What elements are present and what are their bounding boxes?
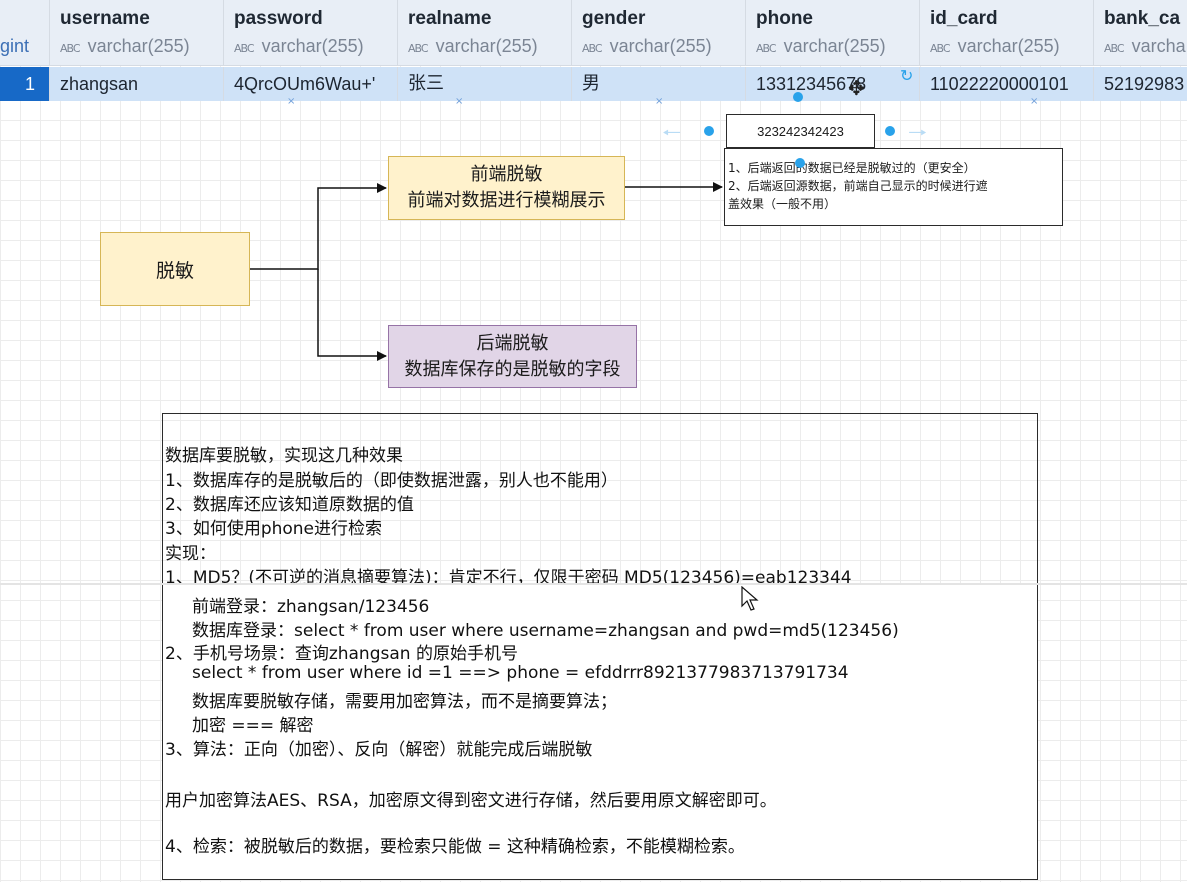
col-type: ABC varchar(255) [582,36,712,57]
col-type-label: varchar(255) [609,36,712,56]
cell-realname[interactable]: 张三 [398,67,572,101]
text-type-icon: ABC [408,42,429,55]
text-type-icon: ABC [1104,42,1125,55]
col-name: phone [756,8,813,29]
col-header-bank-card[interactable]: bank_ca ABC varcha [1094,0,1187,66]
col-header-realname[interactable]: realname ABC varchar(255) [398,0,572,66]
col-header-password[interactable]: password ABC varchar(255) [224,0,398,66]
text-type-icon: ABC [930,42,951,55]
textbox-line: 2、手机号场景：查询zhangsan 的原始手机号 [165,644,518,664]
textbox-line: select * from user where id =1 ==> phone… [192,663,849,683]
text-type-icon: ABC [756,42,777,55]
col-type-label: varchar(255) [783,36,886,56]
col-type: ABC varchar(255) [60,36,190,57]
text-type-icon: ABC [234,42,255,55]
partial-col-label: gint [0,36,30,56]
col-type: ABC varchar(255) [756,36,886,57]
cell-id-card[interactable]: 11022220000101 [920,67,1094,101]
col-name: gender [582,8,646,29]
textbox-line: 4、检索：被脱敏后的数据，要检索只能做 = 这种精确检索，不能模糊检索。 [165,837,745,857]
guide-marker-icon: × [287,96,296,107]
col-header-gender[interactable]: gender ABC varchar(255) [572,0,746,66]
col-type: ABC varchar(255) [234,36,364,57]
col-name: username [60,8,150,29]
rotate-icon[interactable]: ↻ [900,66,913,85]
col-header-username[interactable]: username ABC varchar(255) [50,0,224,66]
col-type: ABC varchar(255) [930,36,1060,57]
col-name: bank_ca [1104,8,1181,29]
col-name: id_card [930,8,998,29]
table-row[interactable]: 1 zhangsan 4QrcOUm6Wau+' 张三 男 1331234567… [0,67,1187,101]
col-type: ABC varcha [1104,36,1186,57]
textbox-line: 3、算法：正向（加密）、反向（解密）就能完成后端脱敏 [165,740,593,760]
textbox-line: 用户加密算法AES、RSA，加密原文得到密文进行存储，然后要用原文解密即可。 [165,791,777,811]
db-table-header: gint username ABC varchar(255) password A… [0,0,1187,66]
overlay-edge [0,583,1187,585]
col-type: ABC varchar(255) [408,36,538,57]
col-name: password [234,8,323,29]
textbox-line: 数据库登录：select * from user where username=… [192,621,899,641]
db-table: gint username ABC varchar(255) password A… [0,0,1187,102]
handle-top[interactable] [793,92,803,102]
guide-marker-icon: × [455,96,464,107]
guide-marker-icon: × [1030,96,1039,107]
col-type-label: varcha [1131,36,1186,56]
text-type-icon: ABC [60,42,81,55]
move-cursor-icon: ✥ [848,76,865,100]
guide-marker-icon: × [655,96,664,107]
col-type-label: varchar(255) [87,36,190,56]
text-type-icon: ABC [582,42,603,55]
col-header-id-card[interactable]: id_card ABC varchar(255) [920,0,1094,66]
col-type-label: varchar(255) [261,36,364,56]
textbox-line: 前端登录：zhangsan/123456 [192,597,430,617]
col-type-label: varchar(255) [957,36,1060,56]
cell-phone[interactable]: 13312345678 [746,67,920,101]
col-type-label: varchar(255) [435,36,538,56]
cell-password[interactable]: 4QrcOUm6Wau+' [224,67,398,101]
textbox-line: 加密 === 解密 [192,716,314,736]
mouse-pointer-icon [741,586,759,611]
cell-bank-card[interactable]: 52192983 [1094,67,1187,101]
col-header-partial[interactable]: gint [0,0,50,66]
row-number[interactable]: 1 [0,67,50,101]
col-header-phone[interactable]: phone ABC varchar(255) [746,0,920,66]
col-name: realname [408,8,492,29]
cell-username[interactable]: zhangsan [50,67,224,101]
textbox-line: 数据库要脱敏存储，需要用加密算法，而不是摘要算法； [192,692,617,712]
